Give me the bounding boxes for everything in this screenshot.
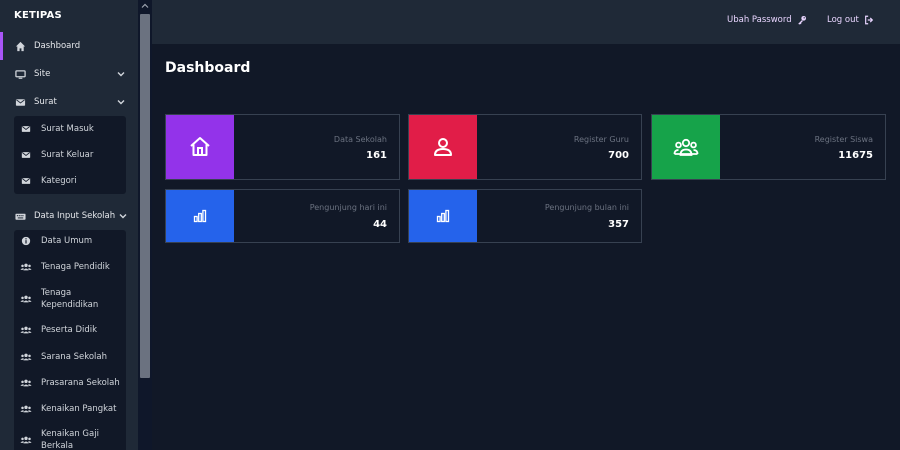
info-icon <box>20 235 32 247</box>
bar-chart-icon <box>436 209 450 223</box>
envelope-icon <box>20 149 32 161</box>
sidebar-item-kenaikan-pangkat[interactable]: Kenaikan Pangkat <box>14 396 126 422</box>
users-icon <box>20 434 32 446</box>
stat-card-pengunjung-bulan-ini[interactable]: Pengunjung bulan ini 357 <box>408 189 642 243</box>
card-value: 11675 <box>838 150 873 161</box>
sidebar-item-surat-masuk[interactable]: Surat Masuk <box>14 116 126 142</box>
sidebar-item-data-input-sekolah[interactable]: Data Input Sekolah <box>0 202 138 230</box>
sidebar: KETIPAS Dashboard Site Surat Surat Masuk <box>0 0 138 450</box>
card-value: 44 <box>373 219 387 230</box>
sidebar-item-data-umum[interactable]: Data Umum <box>14 230 126 252</box>
home-icon <box>190 137 210 156</box>
sidebar-item-label: Data Umum <box>41 236 93 246</box>
card-value: 700 <box>608 150 629 161</box>
logout-link[interactable]: Log out <box>827 15 874 25</box>
sidebar-item-label: Dashboard <box>34 41 81 51</box>
scrollbar-thumb[interactable] <box>140 14 150 378</box>
sidebar-item-label: Surat <box>34 97 57 107</box>
sidebar-item-surat-keluar[interactable]: Surat Keluar <box>14 142 126 168</box>
key-icon <box>797 15 807 25</box>
chevron-down-icon <box>116 69 126 79</box>
card-value: 357 <box>608 219 629 230</box>
sidebar-item-tenaga-pendidik[interactable]: Tenaga Pendidik <box>14 252 126 282</box>
envelope-icon <box>20 123 32 135</box>
chevron-down-icon <box>118 211 128 221</box>
user-icon <box>434 138 452 156</box>
sidebar-item-label: Data Input Sekolah <box>34 211 116 221</box>
sidebar-item-label: Surat Keluar <box>41 150 94 160</box>
stat-card-data-sekolah[interactable]: Data Sekolah 161 <box>165 114 400 180</box>
card-icon-box <box>652 115 720 179</box>
sidebar-item-surat[interactable]: Surat <box>0 88 138 116</box>
sidebar-scrollbar[interactable] <box>138 0 152 450</box>
scroll-up-arrow-icon[interactable] <box>140 0 150 12</box>
card-icon-box <box>409 190 477 242</box>
card-icon-box <box>409 115 477 179</box>
sidebar-item-dashboard[interactable]: Dashboard <box>0 32 138 60</box>
users-icon <box>20 377 32 389</box>
sidebar-item-site[interactable]: Site <box>0 60 138 88</box>
keyboard-icon <box>14 210 26 222</box>
users-icon <box>20 261 32 273</box>
sidebar-item-label: Tenaga Kependidikan <box>41 288 99 310</box>
sidebar-item-label: Kenaikan Gaji Berkala <box>41 429 99 450</box>
submenu-surat: Surat Masuk Surat Keluar Kategori <box>14 116 126 194</box>
page-title: Dashboard <box>165 60 251 76</box>
card-label: Register Siswa <box>814 135 873 144</box>
sidebar-item-label: Peserta Didik <box>41 325 98 335</box>
card-label: Register Guru <box>573 135 629 144</box>
submenu-data-input: Data Umum Tenaga Pendidik Tenaga Kependi… <box>14 230 126 450</box>
sidebar-item-label: Site <box>34 69 51 79</box>
envelope-icon <box>14 96 26 108</box>
users-icon <box>20 403 32 415</box>
card-icon-box <box>166 115 234 179</box>
sidebar-item-prasarana-sekolah[interactable]: Prasarana Sekolah <box>14 370 126 396</box>
users-icon <box>20 293 32 305</box>
chevron-down-icon <box>116 97 126 107</box>
change-password-label: Ubah Password <box>727 15 792 25</box>
change-password-link[interactable]: Ubah Password <box>727 15 807 25</box>
card-label: Data Sekolah <box>333 135 387 144</box>
sidebar-item-sarana-sekolah[interactable]: Sarana Sekolah <box>14 344 126 370</box>
envelope-icon <box>20 175 32 187</box>
sidebar-item-label: Kategori <box>41 176 77 186</box>
sidebar-item-label: Surat Masuk <box>41 124 94 134</box>
stat-card-register-guru[interactable]: Register Guru 700 <box>408 114 642 180</box>
card-value: 161 <box>366 150 387 161</box>
stat-card-pengunjung-hari-ini[interactable]: Pengunjung hari ini 44 <box>165 189 400 243</box>
bar-chart-icon <box>193 209 207 223</box>
sidebar-item-peserta-didik[interactable]: Peserta Didik <box>14 316 126 344</box>
users-icon <box>20 324 32 336</box>
logout-label: Log out <box>827 15 859 25</box>
users-icon <box>20 351 32 363</box>
card-label: Pengunjung bulan ini <box>544 203 629 212</box>
card-icon-box <box>166 190 234 242</box>
top-header: Ubah Password Log out <box>152 0 900 44</box>
sidebar-item-label: Kenaikan Pangkat <box>41 404 117 414</box>
sidebar-item-label: Prasarana Sekolah <box>41 378 120 388</box>
users-icon <box>673 138 699 156</box>
sidebar-item-kenaikan-gaji-berkala[interactable]: Kenaikan Gaji Berkala <box>14 422 126 450</box>
sidebar-item-label: Sarana Sekolah <box>41 352 108 362</box>
sidebar-item-kategori[interactable]: Kategori <box>14 168 126 194</box>
monitor-icon <box>14 68 26 80</box>
sidebar-item-tenaga-kependidikan[interactable]: Tenaga Kependidikan <box>14 282 126 316</box>
logout-icon <box>864 15 874 25</box>
brand-title: KETIPAS <box>14 10 62 21</box>
sidebar-item-label: Tenaga Pendidik <box>41 262 110 272</box>
stat-card-register-siswa[interactable]: Register Siswa 11675 <box>651 114 886 180</box>
home-icon <box>14 40 26 52</box>
card-label: Pengunjung hari ini <box>309 203 387 212</box>
